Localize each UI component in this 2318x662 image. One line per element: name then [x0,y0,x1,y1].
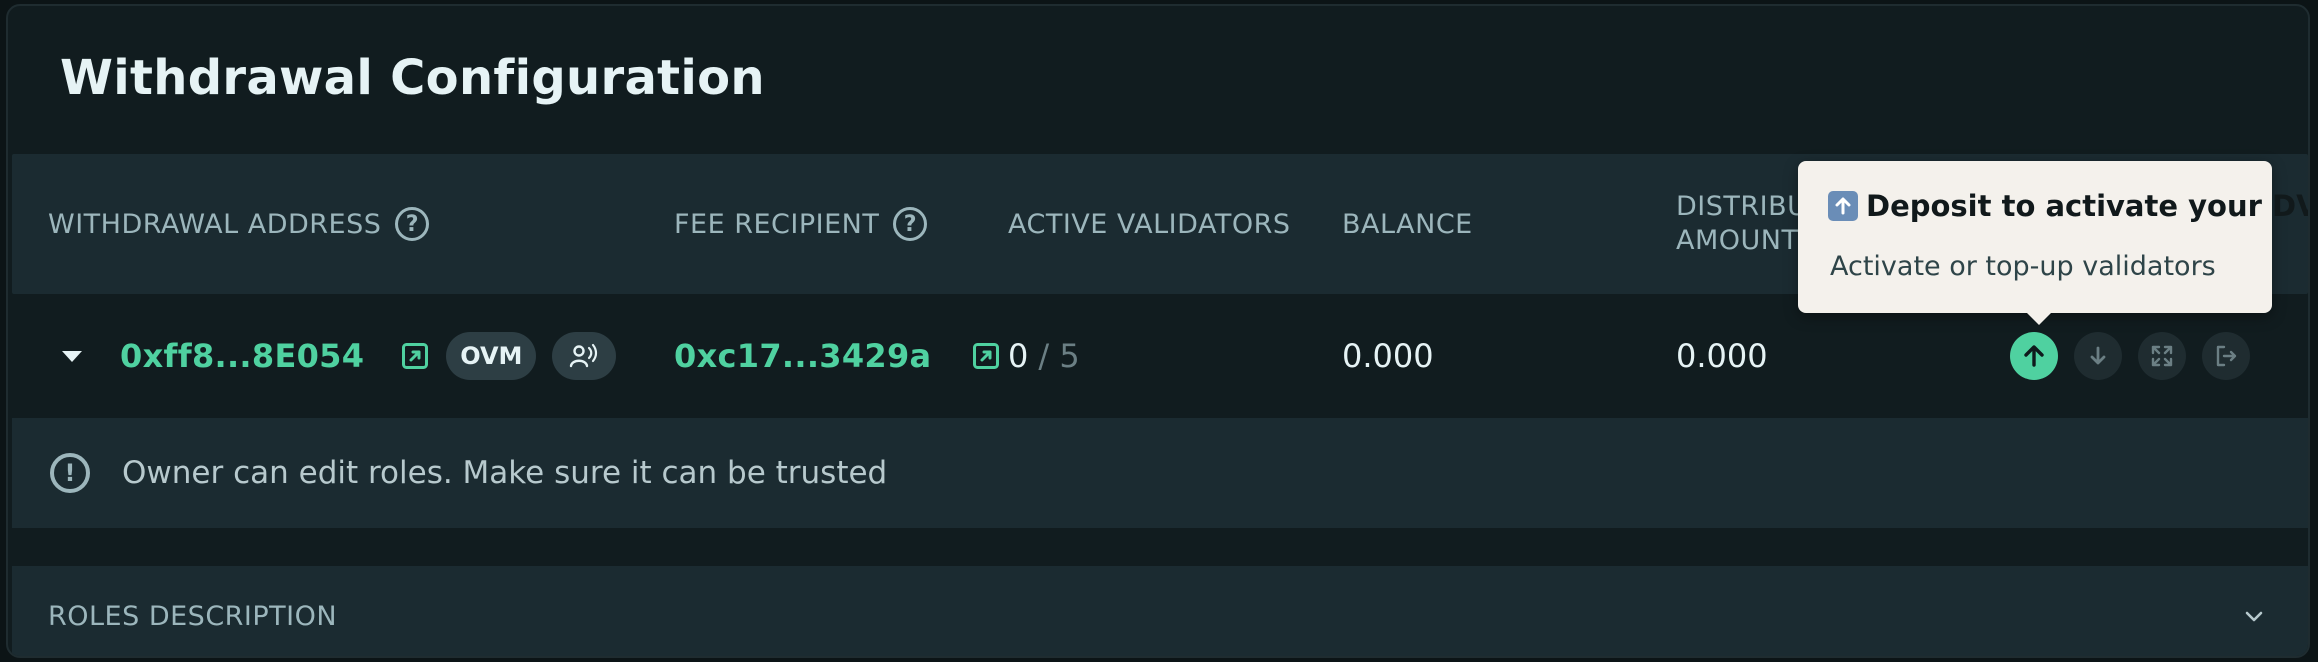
question-circle-icon[interactable]: ? [395,207,430,241]
external-link-icon[interactable] [402,343,429,369]
roles-description-accordion[interactable]: ROLES DESCRIPTION [12,566,2308,656]
header-fee-recipient-label: FEE RECIPIENT [674,208,880,240]
ovm-badge[interactable]: OVM [446,332,537,380]
tooltip-title: Deposit to activate your DV [1828,189,2310,223]
exit-button[interactable] [2202,332,2250,380]
header-distributable-line2: AMOUNT [1676,225,1799,256]
expand-button[interactable] [2138,332,2186,380]
roles-description-label: ROLES DESCRIPTION [48,600,338,632]
roles-button[interactable] [552,332,617,380]
withdrawal-address-link[interactable]: 0xff8...8E054 [120,337,364,375]
question-circle-icon[interactable]: ? [893,207,928,241]
header-withdrawal-address: WITHDRAWAL ADDRESS ? [48,154,430,294]
caret-down-icon [62,350,82,362]
owner-warning-banner: ! Owner can edit roles. Make sure it can… [12,418,2308,528]
balance-cell: 0.000 [1342,294,1434,418]
exit-icon [2216,345,2237,367]
external-link-icon[interactable] [973,343,1000,369]
card-title: Withdrawal Configuration [60,50,765,106]
warning-text: Owner can edit roles. Make sure it can b… [122,455,888,491]
active-validators-count: 0 [1008,337,1029,375]
user-broadcast-icon [570,343,598,368]
fee-recipient-cell: 0xc17...3429a [674,294,1000,418]
active-validators-cell: 0 / 5 [1008,294,1080,418]
deposit-button[interactable] [2010,332,2058,380]
row-expand-toggle[interactable] [62,294,82,418]
header-active-validators: ACTIVE VALIDATORS [1008,208,1291,240]
withdraw-button[interactable] [2074,332,2122,380]
balance-value: 0.000 [1342,337,1434,375]
withdrawal-address-cell: 0xff8...8E054 OVM [120,294,617,418]
deposit-tooltip: Deposit to activate your DV Activate or … [1798,161,2308,325]
fee-recipient-link[interactable]: 0xc17...3429a [674,337,931,375]
exclamation-circle-icon: ! [50,453,90,493]
total-validators-count: / 5 [1038,337,1080,375]
chevron-down-icon [2245,611,2263,622]
header-balance: BALANCE [1342,208,1473,240]
expand-icon [2151,345,2173,367]
arrow-down-icon [2090,346,2106,365]
withdrawal-configuration-card: Withdrawal Configuration WITHDRAWAL ADDR… [6,4,2310,658]
distributable-amount-value: 0.000 [1676,337,1768,375]
tooltip-subtitle: Activate or top-up validators [1830,251,2216,282]
distributable-amount-cell: 0.000 [1676,294,1768,418]
arrow-up-icon [1828,191,1858,221]
header-withdrawal-address-label: WITHDRAWAL ADDRESS [48,208,382,240]
header-fee-recipient: FEE RECIPIENT ? [674,154,928,294]
arrow-up-icon [2024,345,2044,367]
tooltip-title-text: Deposit to activate your DV [1866,189,2310,223]
